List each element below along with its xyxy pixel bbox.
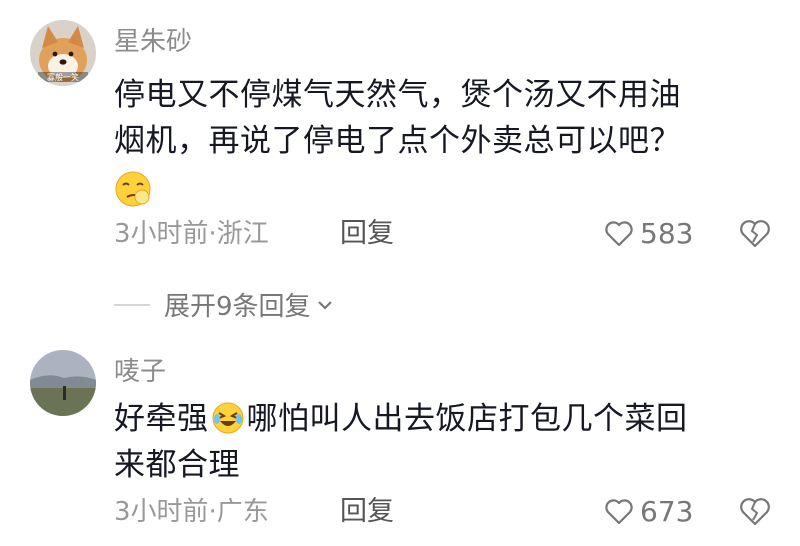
chevron-down-icon bbox=[317, 300, 332, 310]
reply-button[interactable]: 回复 bbox=[340, 217, 394, 251]
comment-text: 好牵强 哪怕叫人出去饭店打包几个菜回 来都合理 bbox=[114, 396, 764, 488]
like-count: 583 bbox=[640, 217, 694, 250]
reply-button[interactable]: 回复 bbox=[340, 495, 394, 529]
comment-timestamp-location: 3小时前·浙江 bbox=[114, 219, 269, 249]
dislike-button[interactable] bbox=[738, 497, 772, 531]
comment-text: 停电又不停煤气天然气，煲个汤又不用油 烟机，再说了停电了点个外卖总可以吧？ bbox=[114, 72, 764, 214]
like-count: 673 bbox=[640, 495, 694, 528]
comment-text-segment: 哪怕叫人出去饭店打包几个菜回 bbox=[246, 401, 688, 437]
tired-face-emoji-icon bbox=[115, 171, 151, 207]
username[interactable]: 唛子 bbox=[114, 356, 166, 388]
heart-outline-icon bbox=[605, 499, 633, 525]
dislike-button[interactable] bbox=[738, 219, 772, 253]
like-button[interactable]: 673 bbox=[604, 495, 693, 529]
comment-timestamp-location: 3小时前·广东 bbox=[114, 497, 269, 527]
svg-text:寡般一笑: 寡般一笑 bbox=[47, 72, 79, 82]
comment-text-line: 停电又不停煤气天然气，煲个汤又不用油 bbox=[114, 77, 681, 113]
comment-text-line: 烟机，再说了停电了点个外卖总可以吧？ bbox=[114, 123, 681, 159]
divider-line bbox=[114, 303, 150, 306]
user-avatar[interactable] bbox=[30, 350, 96, 416]
expand-replies-button[interactable]: 展开9条回复 bbox=[114, 286, 335, 323]
comment-text-line: 来都合理 bbox=[114, 447, 240, 483]
rolling-laughing-emoji-icon bbox=[212, 402, 243, 434]
expand-replies-label: 展开9条回复 bbox=[164, 292, 311, 322]
comment-text-segment: 好牵强 bbox=[114, 401, 209, 437]
broken-heart-icon bbox=[740, 220, 770, 248]
like-button[interactable]: 583 bbox=[604, 217, 693, 251]
shiba-dog-icon: 寡般一笑 bbox=[30, 20, 96, 86]
user-avatar[interactable]: 寡般一笑 bbox=[30, 20, 96, 86]
username[interactable]: 星朱砂 bbox=[114, 26, 192, 58]
broken-heart-icon bbox=[740, 498, 770, 526]
heart-outline-icon bbox=[605, 221, 633, 247]
comment-emoji-row bbox=[114, 164, 764, 214]
landscape-photo-icon bbox=[30, 350, 96, 416]
comment-text-line: 好牵强 哪怕叫人出去饭店打包几个菜回 bbox=[114, 396, 764, 442]
